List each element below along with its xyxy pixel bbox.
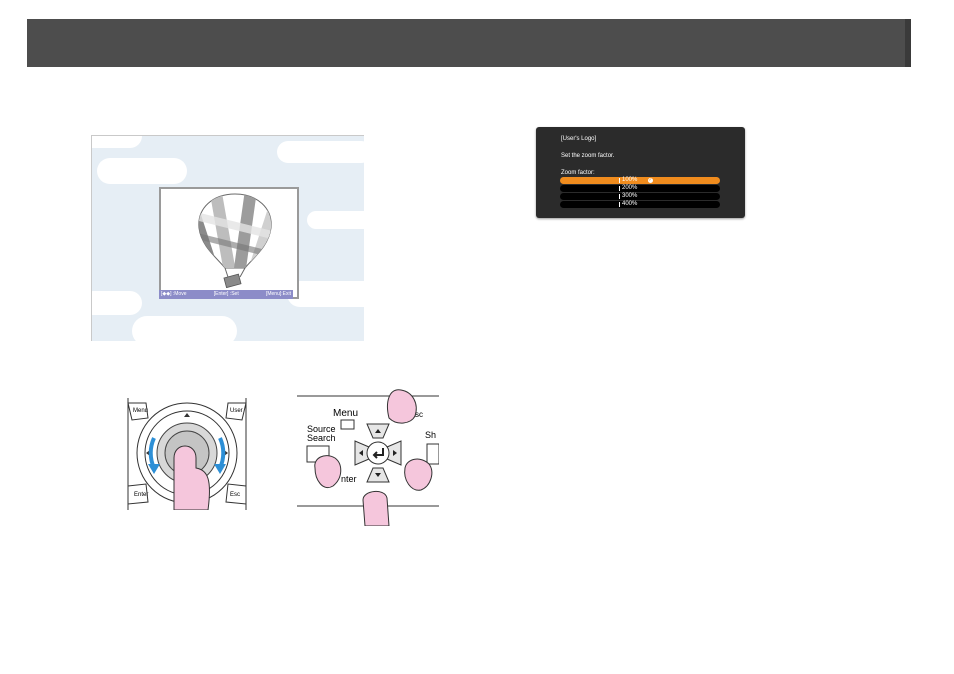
finger xyxy=(387,389,417,424)
enter-button xyxy=(366,441,390,465)
checkmark-icon: ✓ xyxy=(648,177,653,183)
cloud xyxy=(132,316,237,341)
capture-hint-bar: [◆◆] :Move [Enter] :Set [Menu]:Exit xyxy=(159,290,293,299)
hint-exit: [Menu]:Exit xyxy=(265,291,291,297)
zoom-option-label: 200% xyxy=(618,185,638,191)
cloud xyxy=(307,211,364,229)
zoom-option-label: 100% xyxy=(618,177,638,183)
zoom-option-400[interactable]: 400% xyxy=(560,201,720,208)
panel-menu-label: Menu xyxy=(333,408,358,419)
control-panel-illustration: Menu Source Search sc Sh nter xyxy=(297,389,439,526)
hint-set: [Enter] :Set xyxy=(213,291,239,297)
remote-menu-label: Menu xyxy=(133,408,148,414)
capture-frame xyxy=(159,187,299,299)
panel-sh-label: Sh xyxy=(425,430,436,440)
panel-search-label: Search xyxy=(307,433,336,443)
remote-esc-label: Esc xyxy=(230,492,240,498)
hint-move: [◆◆] :Move xyxy=(161,291,187,297)
zoom-factor-label: Zoom factor: xyxy=(561,170,595,176)
cloud xyxy=(92,136,142,148)
zoom-option-label: 400% xyxy=(618,201,638,207)
cloud xyxy=(92,291,142,315)
remote-enter-label: Enter xyxy=(134,492,148,498)
remote-user-label: User xyxy=(230,408,243,414)
header-bar xyxy=(27,19,911,67)
remote-control-illustration: Menu User Enter Esc xyxy=(127,398,247,510)
zoom-factor-menu: [User's Logo] Set the zoom factor. Zoom … xyxy=(536,127,745,218)
finger xyxy=(404,458,433,491)
finger xyxy=(362,491,390,526)
balloon-image xyxy=(198,193,272,288)
zoom-option-100[interactable]: 100% ✓ xyxy=(560,177,720,184)
menu-title: [User's Logo] xyxy=(561,136,597,142)
capture-image: [◆◆] :Move [Enter] :Set [Menu]:Exit xyxy=(91,135,364,341)
zoom-option-label: 300% xyxy=(618,193,638,199)
cloud xyxy=(277,141,364,163)
menu-instruction: Set the zoom factor. xyxy=(561,153,615,159)
zoom-option-300[interactable]: 300% xyxy=(560,193,720,200)
zoom-option-200[interactable]: 200% xyxy=(560,185,720,192)
finger xyxy=(314,455,342,488)
cloud xyxy=(97,158,187,184)
panel-enter-label: nter xyxy=(341,474,357,484)
